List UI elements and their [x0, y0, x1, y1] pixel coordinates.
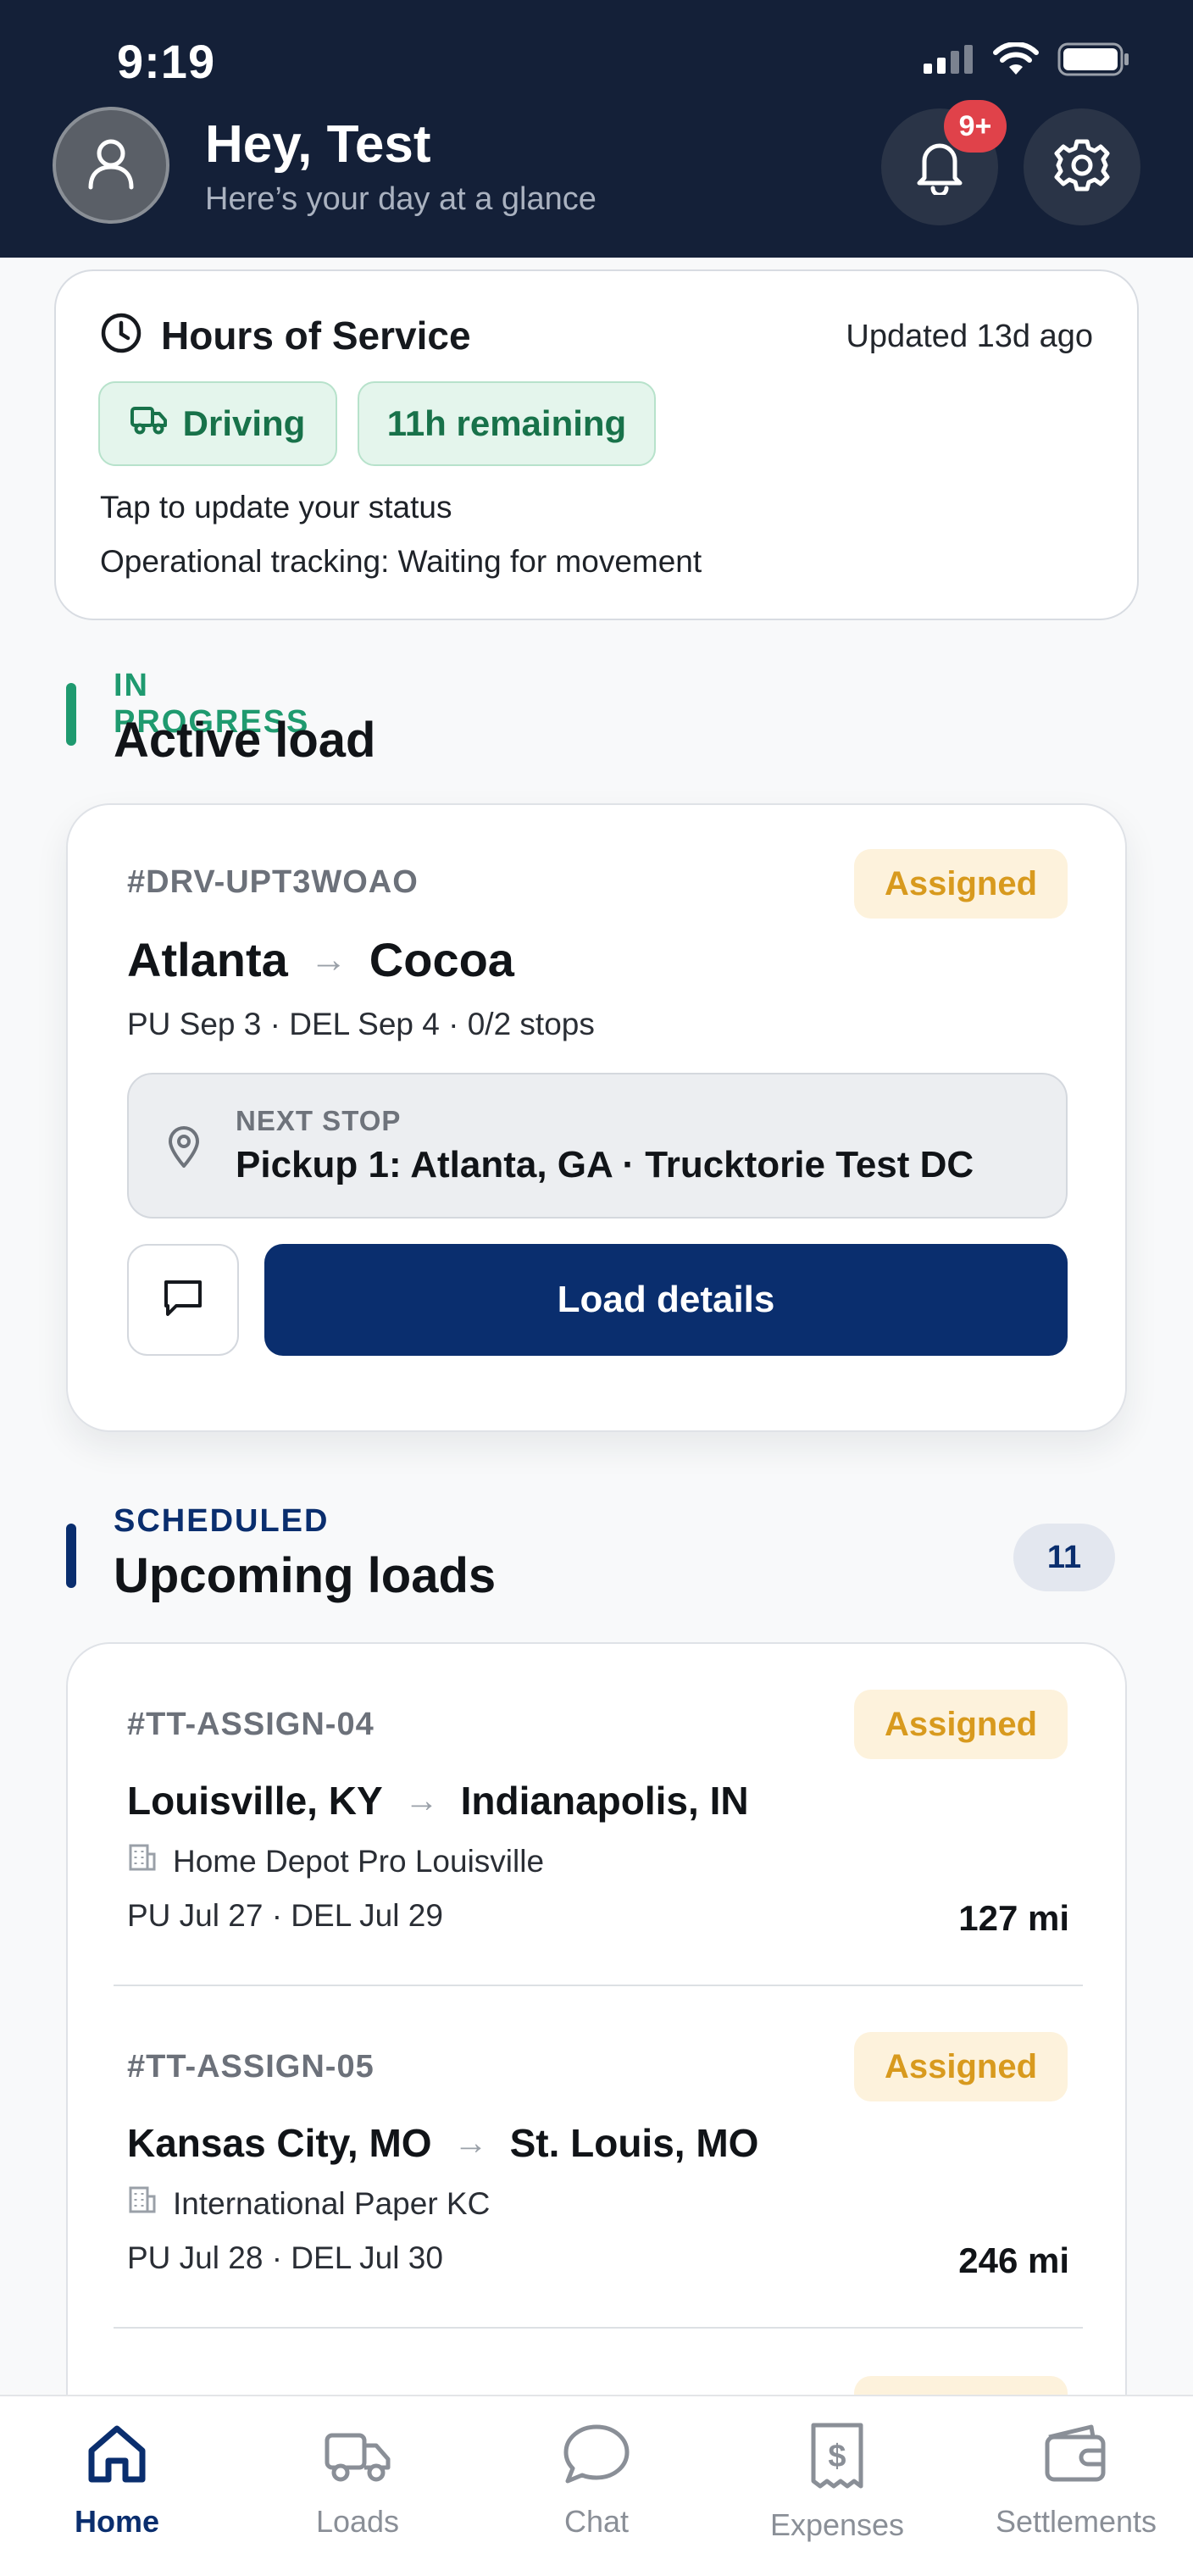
tab-settlements[interactable]: Settlements [983, 2420, 1169, 2540]
status-badge: Assigned [854, 849, 1068, 919]
load-distance: 127 mi [958, 1898, 1069, 1938]
next-stop-label: NEXT STOP [236, 1105, 402, 1136]
tab-label: Settlements [995, 2504, 1157, 2539]
wallet-icon [1040, 2420, 1112, 2492]
battery-icon [1057, 42, 1130, 80]
route-origin: Louisville, KY [127, 1779, 383, 1823]
signal-icon [924, 45, 974, 78]
hos-status-label: Driving [182, 403, 306, 443]
facility: Home Depot Pro Louisville [127, 1842, 544, 1880]
tab-label: Chat [563, 2504, 630, 2539]
tab-label: Expenses [769, 2507, 905, 2542]
wifi-icon [993, 42, 1039, 80]
status-bar-icons [924, 42, 1130, 80]
arrow-right-icon: → [453, 2124, 488, 2162]
tab-label: Home [74, 2504, 160, 2539]
status-bar-time: 9:19 [117, 35, 216, 88]
tab-label: Loads [315, 2504, 400, 2539]
home-icon [83, 2420, 151, 2492]
route: Kansas City, MO → St. Louis, MO [127, 2120, 758, 2166]
greeting: Hey, Test Here’s your day at a glance [205, 114, 596, 220]
active-load-card[interactable]: #DRV-UPT3WOAO Assigned Atlanta → Cocoa P… [66, 803, 1127, 1432]
divider [114, 2327, 1083, 2329]
load-summary: PU Sep 3 · DEL Sep 4 · 0/2 stops [127, 1007, 595, 1041]
hos-status-pill[interactable]: Driving [98, 381, 337, 466]
building-icon [127, 2185, 158, 2223]
hos-tracking-status: Operational tracking: Waiting for moveme… [100, 544, 702, 579]
hours-of-service-card[interactable]: Hours of Service Updated 13d ago Driving… [54, 269, 1139, 620]
avatar[interactable] [53, 107, 169, 224]
status-badge: Assigned [854, 1690, 1068, 1759]
tab-chat[interactable]: Chat [503, 2420, 690, 2540]
list-item[interactable]: #TT-ASSIGN-04 Assigned Louisville, KY → … [68, 1644, 1129, 1986]
section-title: Upcoming loads [114, 1548, 497, 1603]
chat-icon [561, 2420, 632, 2492]
section-accent-bar [66, 1524, 76, 1588]
tab-loads[interactable]: Loads [264, 2420, 451, 2540]
load-id: #DRV-UPT3WOAO [127, 864, 419, 900]
next-stop-value: Pickup 1: Atlanta, GA · Trucktorie Test … [236, 1144, 974, 1185]
building-icon [127, 1842, 158, 1880]
hos-title-row: Hours of Service [100, 312, 471, 358]
message-icon [161, 1277, 205, 1324]
gear-icon [1053, 136, 1111, 198]
route-destination: Indianapolis, IN [460, 1779, 749, 1823]
load-id: #TT-ASSIGN-04 [127, 1707, 375, 1742]
facility-name: International Paper KC [173, 2185, 491, 2221]
truck-icon [322, 2420, 393, 2492]
hos-remaining-label: 11h remaining [386, 403, 627, 443]
arrow-right-icon: → [404, 1781, 439, 1819]
hos-tap-hint: Tap to update your status [100, 490, 452, 525]
receipt-icon: $ [803, 2420, 871, 2496]
arrow-right-icon: → [309, 938, 347, 980]
upcoming-count-badge: 11 [1013, 1524, 1115, 1591]
message-button[interactable] [127, 1244, 239, 1356]
section-title: Active load [114, 713, 376, 768]
hos-title: Hours of Service [161, 313, 471, 358]
truck-icon [130, 403, 168, 444]
svg-text:$: $ [828, 2439, 846, 2474]
app-header: 9:19 Hey, Test Here’s your day at a glan… [0, 0, 1193, 258]
list-item[interactable]: #TT-ASSIGN-05 Assigned Kansas City, MO →… [68, 1986, 1129, 2329]
route: Atlanta → Cocoa [127, 932, 514, 987]
facility: International Paper KC [127, 2185, 490, 2223]
tab-home[interactable]: Home [24, 2420, 210, 2540]
greeting-subtitle: Here’s your day at a glance [205, 181, 596, 217]
section-eyebrow: SCHEDULED [114, 1503, 330, 1539]
greeting-title: Hey, Test [205, 115, 431, 174]
settings-button[interactable] [1024, 108, 1140, 225]
route-origin: Atlanta [127, 933, 288, 986]
notification-count-badge: 9+ [944, 100, 1007, 153]
route-destination: Cocoa [369, 933, 514, 986]
next-stop-panel[interactable]: NEXT STOP Pickup 1: Atlanta, GA · Truckt… [127, 1073, 1068, 1219]
route: Louisville, KY → Indianapolis, IN [127, 1778, 749, 1824]
route-origin: Kansas City, MO [127, 2121, 432, 2165]
bottom-tab-bar: Home Loads Chat $ Expenses Settlements [0, 2395, 1193, 2576]
tab-expenses[interactable]: $ Expenses [744, 2420, 930, 2543]
load-distance: 246 mi [958, 2240, 1069, 2280]
map-pin-icon [166, 1125, 202, 1174]
load-dates: PU Jul 27 · DEL Jul 29 [127, 1898, 443, 1933]
section-accent-bar [66, 683, 76, 746]
load-id: #TT-ASSIGN-05 [127, 2049, 375, 2085]
route-destination: St. Louis, MO [509, 2121, 759, 2165]
clock-icon [100, 312, 142, 358]
home-screen: 9:19 Hey, Test Here’s your day at a glan… [0, 0, 1193, 2576]
facility-name: Home Depot Pro Louisville [173, 1843, 545, 1879]
status-badge: Assigned [854, 2032, 1068, 2101]
hos-remaining-pill: 11h remaining [358, 381, 656, 466]
load-dates: PU Jul 28 · DEL Jul 30 [127, 2240, 443, 2275]
hos-updated-timestamp: Updated 13d ago [846, 319, 1093, 354]
user-icon [86, 136, 136, 195]
load-details-button[interactable]: Load details [264, 1244, 1068, 1356]
